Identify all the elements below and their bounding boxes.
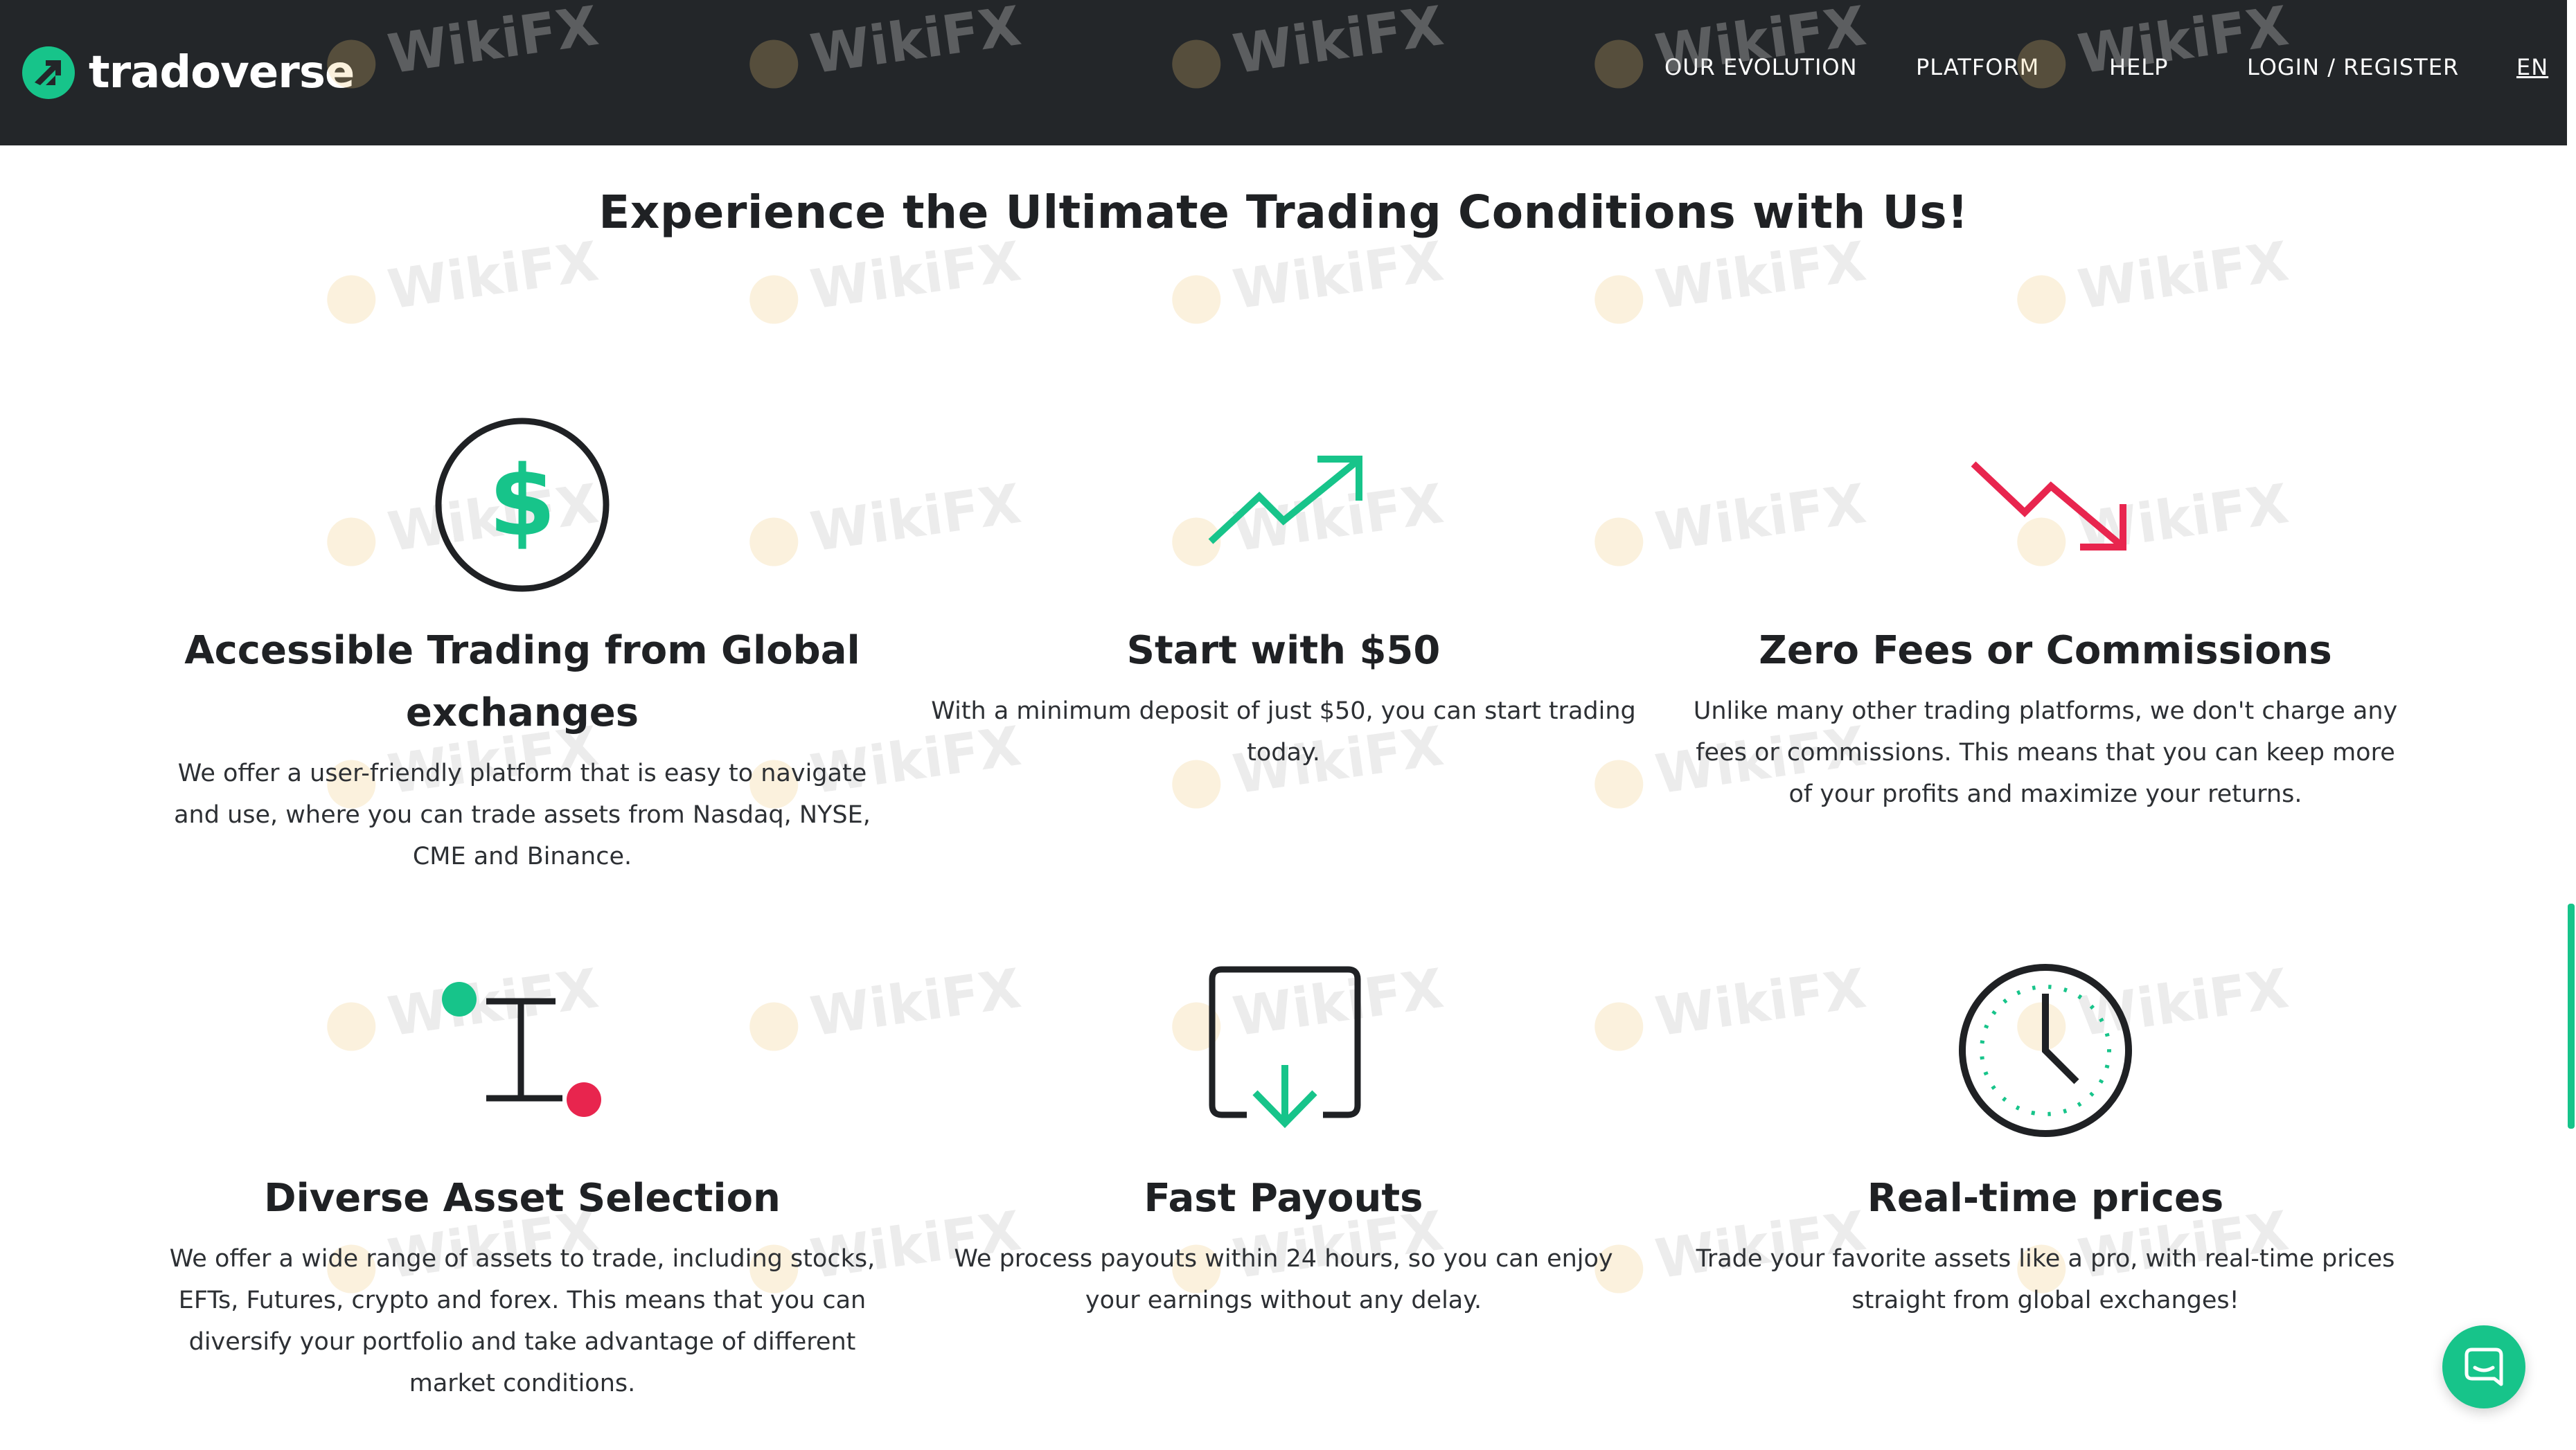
scrollbar-thumb[interactable]	[2568, 904, 2575, 1129]
svg-text:$: $	[488, 445, 556, 558]
watermark: WikiFX	[2013, 231, 2292, 330]
download-tray-icon	[1209, 966, 1361, 1129]
feature-description: We offer a user-friendly platform that i…	[174, 760, 871, 870]
watermark: WikiFX	[323, 231, 602, 330]
watermark: WikiFX	[745, 958, 1024, 1057]
feature-title: Diverse Asset Selection	[264, 1176, 781, 1221]
trend-down-icon	[1971, 461, 2126, 551]
nav-platform[interactable]: PLATFORM	[1916, 54, 2039, 96]
top-navigation-bar: tradoverse OUR EVOLUTION PLATFORM HELP L…	[0, 0, 2567, 145]
watermark: WikiFX	[1590, 231, 1869, 330]
asset-range-icon	[442, 982, 601, 1117]
nav-help[interactable]: HELP	[2109, 54, 2168, 96]
nav-our-evolution[interactable]: OUR EVOLUTION	[1664, 54, 1858, 96]
watermark: WikiFX	[1168, 231, 1447, 330]
language-selector[interactable]: EN	[2516, 54, 2548, 96]
brand-name: tradoverse	[89, 47, 355, 98]
scrollbar-track[interactable]	[2567, 0, 2576, 1450]
section-title: Experience the Ultimate Trading Conditio…	[598, 186, 1969, 239]
feature-description: With a minimum deposit of just $50, you …	[931, 697, 1636, 767]
feature-card-accessible-trading: Accessible Trading from Global exchanges…	[162, 620, 882, 877]
clock-icon	[1959, 964, 2132, 1137]
feature-card-fast-payouts: Fast Payouts We process payouts within 2…	[923, 1167, 1644, 1321]
feature-description: We offer a wide range of assets to trade…	[169, 1245, 876, 1397]
feature-card-real-time-prices: Real-time prices Trade your favorite ass…	[1685, 1167, 2406, 1321]
chat-bubble-icon	[2464, 1348, 2503, 1386]
watermark: WikiFX	[1590, 473, 1869, 573]
feature-description: Trade your favorite assets like a pro, w…	[1696, 1245, 2395, 1314]
feature-description: We process payouts within 24 hours, so y…	[954, 1245, 1613, 1314]
feature-title: Zero Fees or Commissions	[1759, 628, 2332, 673]
tradoverse-logo-icon	[22, 46, 75, 99]
watermark: WikiFX	[1590, 958, 1869, 1057]
feature-card-diverse-assets: Diverse Asset Selection We offer a wide …	[162, 1167, 882, 1404]
feature-title: Start with $50	[1126, 628, 1441, 673]
feature-title: Real-time prices	[1867, 1176, 2224, 1221]
feature-title: Accessible Trading from Global exchanges	[184, 628, 860, 735]
watermark: WikiFX	[745, 231, 1024, 330]
brand-logo[interactable]: tradoverse	[21, 42, 355, 104]
chat-button[interactable]	[2442, 1325, 2525, 1408]
feature-card-start-with-50: Start with $50 With a minimum deposit of…	[923, 620, 1644, 773]
watermark: WikiFX	[745, 473, 1024, 573]
nav-login-register[interactable]: LOGIN / REGISTER	[2247, 54, 2459, 96]
feature-title: Fast Payouts	[1144, 1176, 1423, 1221]
dollar-circle-icon: $	[435, 418, 610, 592]
trend-up-icon	[1208, 456, 1362, 544]
feature-card-zero-fees: Zero Fees or Commissions Unlike many oth…	[1685, 620, 2406, 815]
feature-description: Unlike many other trading platforms, we …	[1693, 697, 2398, 808]
